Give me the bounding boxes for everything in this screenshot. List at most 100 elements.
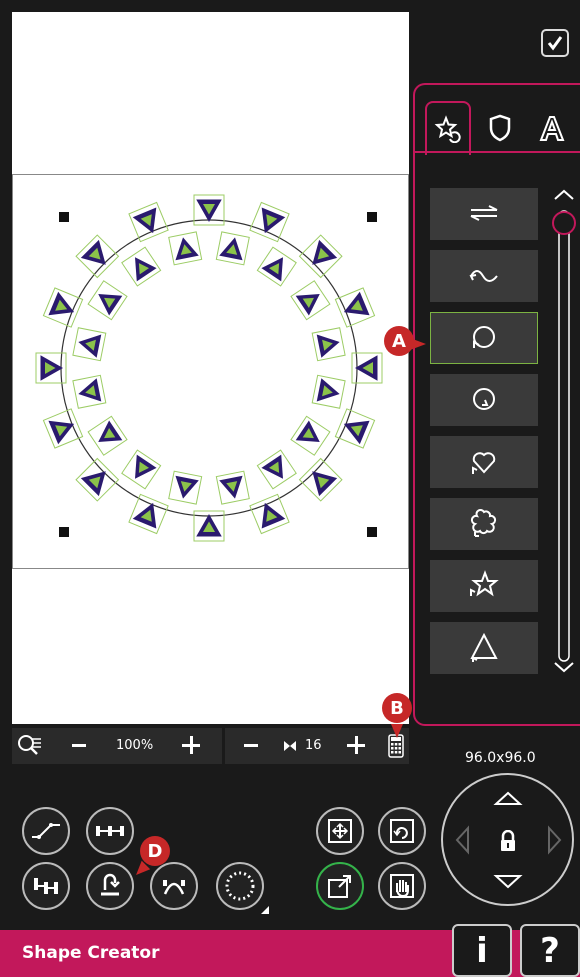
center-icon xyxy=(328,819,352,843)
flower-arrow-icon xyxy=(470,509,497,537)
stitch-triangle xyxy=(72,374,107,409)
callout-b-pointer xyxy=(391,724,403,738)
scroll-thumb xyxy=(552,211,576,235)
stitch-triangle xyxy=(42,408,84,449)
stitch-triangle xyxy=(72,327,107,362)
hand-icon xyxy=(390,874,414,898)
stitch-triangle xyxy=(121,449,162,490)
tab-shapes[interactable] xyxy=(479,105,521,151)
scale-icon xyxy=(328,875,351,898)
resize-handle xyxy=(367,212,377,222)
page-title: Shape Creator xyxy=(22,943,160,963)
shape-button[interactable] xyxy=(430,436,538,488)
arrow-up-icon[interactable] xyxy=(493,789,523,807)
shape-button[interactable] xyxy=(430,374,538,426)
zoom-out-button[interactable] xyxy=(72,744,86,747)
tab-favorites[interactable] xyxy=(425,101,471,155)
info-button[interactable]: i xyxy=(452,924,512,977)
zoom-bar: 100% 16 xyxy=(12,728,409,764)
stitch-triangle xyxy=(290,280,331,321)
rotate-design-button[interactable] xyxy=(378,807,426,855)
separator xyxy=(222,728,225,764)
confirm-button[interactable] xyxy=(541,29,569,57)
stitch-triangle xyxy=(128,493,169,535)
rotate-elements-button[interactable] xyxy=(86,862,134,910)
distribution-button[interactable] xyxy=(22,862,70,910)
shape-button[interactable] xyxy=(430,560,538,612)
rotate-icon xyxy=(101,873,120,896)
resize-handle xyxy=(59,212,69,222)
arrow-down-icon[interactable] xyxy=(493,873,523,891)
stitch-triangle xyxy=(256,449,297,490)
star-arrow-icon xyxy=(470,570,499,597)
stitch-triangle xyxy=(128,201,169,243)
zoom-value: 100% xyxy=(116,738,154,753)
shape-button[interactable] xyxy=(430,622,538,674)
shape-button[interactable] xyxy=(430,250,538,302)
center-design-button[interactable] xyxy=(316,807,364,855)
shape-outline-button[interactable] xyxy=(216,862,264,910)
distribution-icon xyxy=(34,878,58,894)
stitch-triangle xyxy=(42,287,84,328)
wave-arrow-icon xyxy=(469,270,498,282)
dotted-circle-icon xyxy=(225,871,255,901)
resize-handle xyxy=(59,527,69,537)
line-arrows-icon xyxy=(470,205,498,221)
stitch-triangle xyxy=(168,470,203,505)
spacing-button[interactable] xyxy=(86,807,134,855)
line-curve-icon xyxy=(32,823,60,839)
arc-mirror-icon xyxy=(163,880,185,895)
arrow-left-icon[interactable] xyxy=(453,825,471,855)
star-undo-icon xyxy=(434,115,461,143)
stitch-triangle xyxy=(311,327,346,362)
lock-icon[interactable] xyxy=(498,830,518,852)
scroll-up-icon xyxy=(554,189,574,200)
arrow-right-icon[interactable] xyxy=(546,825,564,855)
zoom-options-icon[interactable] xyxy=(16,733,42,759)
letter-a-outline-icon xyxy=(539,116,565,141)
scale-design-button[interactable] xyxy=(316,862,364,910)
shape-button[interactable] xyxy=(430,188,538,240)
mirror-elements-button[interactable] xyxy=(150,862,198,910)
decrease-repeat-button[interactable] xyxy=(244,744,258,747)
design-preview xyxy=(35,194,383,542)
circle-arrow-icon xyxy=(473,326,495,348)
shield-outline-icon xyxy=(489,114,511,142)
stitch-triangle xyxy=(249,493,290,535)
stitch-triangle xyxy=(334,287,376,328)
help-button[interactable]: ? xyxy=(520,924,580,977)
stitch-triangle xyxy=(334,408,376,449)
tab-underline xyxy=(415,151,580,153)
callout-d: D xyxy=(140,836,170,866)
resize-handle xyxy=(367,527,377,537)
stitch-triangle xyxy=(249,201,290,243)
pan-button[interactable] xyxy=(378,862,426,910)
increase-repeat-button[interactable] xyxy=(347,736,365,754)
tab-letters[interactable] xyxy=(531,105,573,151)
triangle-arrow-icon xyxy=(470,632,498,662)
stitch-triangle xyxy=(215,231,250,266)
rotate-frame-icon xyxy=(390,819,414,843)
butterfly-icon xyxy=(284,741,296,751)
circle-small-arrow-icon xyxy=(473,388,495,410)
line-shape-button[interactable] xyxy=(22,807,70,855)
embroidery-canvas[interactable] xyxy=(12,12,409,724)
repeat-count: 16 xyxy=(305,738,322,753)
shape-button[interactable] xyxy=(430,498,538,550)
zoom-in-button[interactable] xyxy=(182,736,200,754)
stitch-triangle xyxy=(121,246,162,287)
callout-b: B xyxy=(382,693,412,723)
stitch-triangle xyxy=(256,246,297,287)
stitch-triangle xyxy=(87,415,128,456)
scrollbar[interactable] xyxy=(549,185,579,685)
size-label: 96.0x96.0 xyxy=(465,750,536,766)
shape-button[interactable] xyxy=(430,312,538,364)
stitch-triangle xyxy=(87,280,128,321)
stitch-triangle xyxy=(290,415,331,456)
position-wheel[interactable] xyxy=(441,773,574,906)
stitch-triangle xyxy=(168,231,203,266)
stitch-triangle xyxy=(215,470,250,505)
stitch-triangle xyxy=(311,374,346,409)
heart-arrow-icon xyxy=(472,452,496,474)
callout-a: A xyxy=(384,326,414,356)
